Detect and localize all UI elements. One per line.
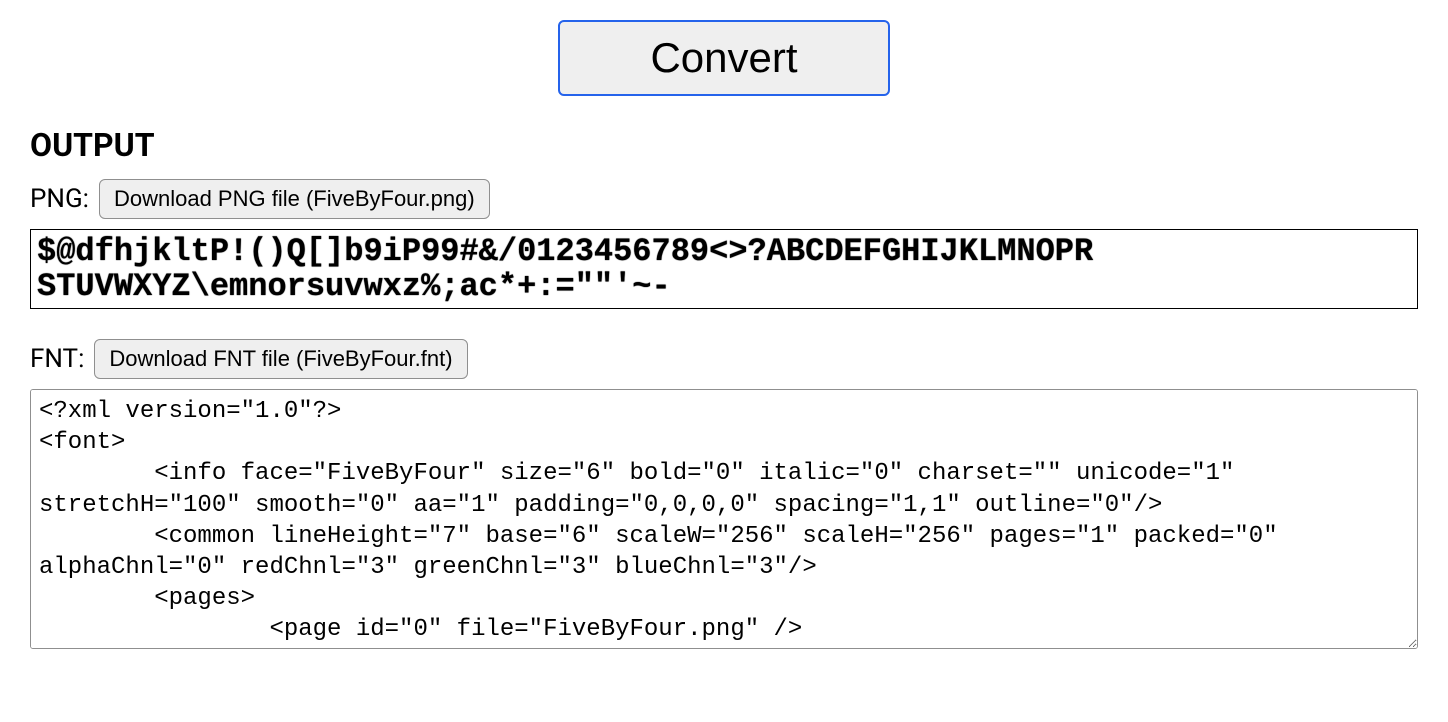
png-preview-line1: $@dfhjkltP!()Q[]b9iP99#&/0123456789<>?AB… bbox=[37, 234, 1411, 269]
output-heading: OUTPUT bbox=[30, 126, 1418, 164]
download-fnt-button[interactable]: Download FNT file (FiveByFour.fnt) bbox=[94, 339, 467, 379]
png-preview-line2: STUVWXYZ\emnorsuvwxz%;ac*+:=""'~- bbox=[37, 269, 1411, 304]
png-label: PNG: bbox=[30, 184, 89, 214]
png-preview-image: $@dfhjkltP!()Q[]b9iP99#&/0123456789<>?AB… bbox=[30, 229, 1418, 309]
fnt-content-textarea[interactable] bbox=[30, 389, 1418, 649]
download-png-button[interactable]: Download PNG file (FiveByFour.png) bbox=[99, 179, 490, 219]
convert-button[interactable]: Convert bbox=[558, 20, 889, 96]
fnt-label: FNT: bbox=[30, 344, 84, 374]
